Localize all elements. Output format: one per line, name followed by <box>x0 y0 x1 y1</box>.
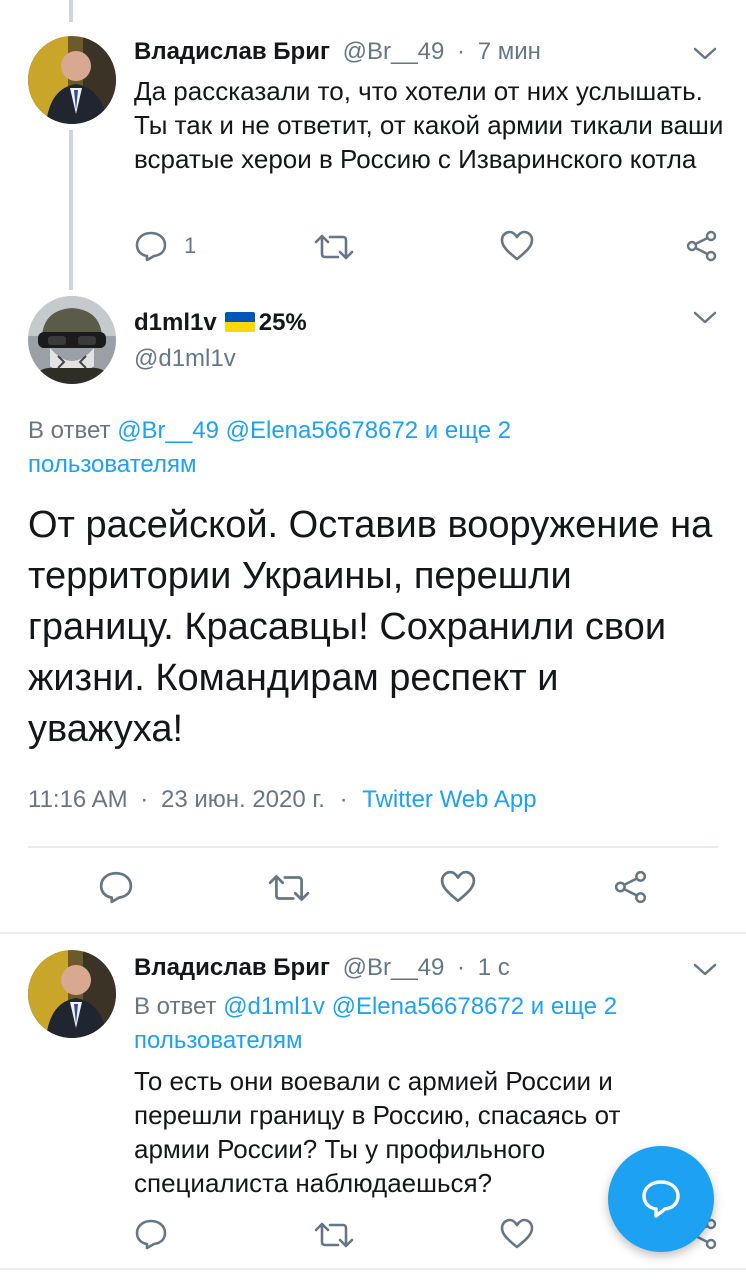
reply-button[interactable] <box>134 1218 168 1250</box>
avatar-d1ml1v[interactable] <box>28 296 116 384</box>
divider <box>28 846 718 848</box>
retweet-button[interactable] <box>314 1220 354 1250</box>
heart-icon <box>440 870 476 903</box>
tweet-date: 23 июн. 2020 г. <box>160 786 325 813</box>
heart-icon <box>500 1218 534 1249</box>
retweet-icon <box>314 1222 354 1248</box>
author-name[interactable]: d1ml1v <box>134 309 217 336</box>
tweet-time: 11:16 AM <box>28 786 128 813</box>
tweet-source[interactable]: Twitter Web App <box>362 786 536 813</box>
thread-line-top <box>69 0 73 22</box>
author-handle[interactable]: @Br__49 <box>343 38 445 65</box>
like-button[interactable] <box>500 1218 534 1250</box>
ukraine-flag-icon <box>224 312 255 332</box>
share-icon <box>686 230 717 262</box>
compose-reply-icon <box>642 1180 680 1218</box>
chevron-down-icon[interactable] <box>690 44 720 64</box>
reply-icon <box>135 231 167 262</box>
author-handle[interactable]: @d1ml1v <box>134 344 236 374</box>
tweet-text: То есть они воевали с армией России и пе… <box>134 1066 621 1198</box>
replying-to-prefix: В ответ <box>28 417 111 444</box>
compose-reply-button[interactable] <box>608 1146 714 1252</box>
avatar-vladislav[interactable] <box>28 950 116 1038</box>
reply-icon <box>99 871 133 904</box>
separator-dot: · <box>457 38 466 65</box>
retweet-button[interactable] <box>314 232 354 262</box>
reply-count: 1 <box>184 233 197 258</box>
author-name-suffix: 25% <box>258 309 307 336</box>
share-button[interactable] <box>614 870 648 904</box>
avatar-vladislav[interactable] <box>28 36 116 124</box>
chevron-down-icon[interactable] <box>690 960 720 980</box>
retweet-button[interactable] <box>268 872 310 904</box>
replying-to-users-line2[interactable]: пользователям <box>28 451 196 478</box>
reply-button[interactable]: 1 <box>134 230 196 262</box>
replying-to-users-line2[interactable]: пользователям <box>134 1027 302 1054</box>
replying-to: В ответ @d1ml1v @Elena56678672 и еще 2 п… <box>134 990 714 1058</box>
retweet-icon <box>314 234 354 260</box>
divider <box>0 1268 746 1270</box>
tweet-text: Да рассказали то, что хотели от них услы… <box>134 76 724 174</box>
like-button[interactable] <box>500 230 534 262</box>
tweet-time[interactable]: 1 с <box>478 954 510 981</box>
reply-button[interactable] <box>98 870 134 904</box>
replying-to: В ответ @Br__49 @Elena56678672 и еще 2 п… <box>28 414 708 482</box>
heart-icon <box>500 230 534 261</box>
main-tweet-text: От расейской. Оставив вооружение на терр… <box>28 504 713 750</box>
share-icon <box>614 870 647 904</box>
replying-to-users[interactable]: @d1ml1v @Elena56678672 и еще 2 <box>223 993 617 1020</box>
chevron-down-icon[interactable] <box>690 308 720 328</box>
retweet-icon <box>268 875 310 901</box>
replying-to-users[interactable]: @Br__49 @Elena56678672 и еще 2 <box>117 417 511 444</box>
like-button[interactable] <box>440 870 476 904</box>
divider <box>0 932 746 934</box>
separator-dot: · <box>339 786 348 813</box>
separator-dot: · <box>457 954 466 981</box>
author-name[interactable]: Владислав Бриг <box>134 954 330 981</box>
author-name[interactable]: Владислав Бриг <box>134 38 330 65</box>
reply-icon <box>135 1219 167 1250</box>
separator-dot: · <box>140 786 149 813</box>
replying-to-prefix: В ответ <box>134 993 217 1020</box>
author-handle[interactable]: @Br__49 <box>343 954 445 981</box>
tweet-time[interactable]: 7 мин <box>478 38 541 65</box>
share-button[interactable] <box>686 230 718 262</box>
thread-line-mid <box>69 130 73 290</box>
